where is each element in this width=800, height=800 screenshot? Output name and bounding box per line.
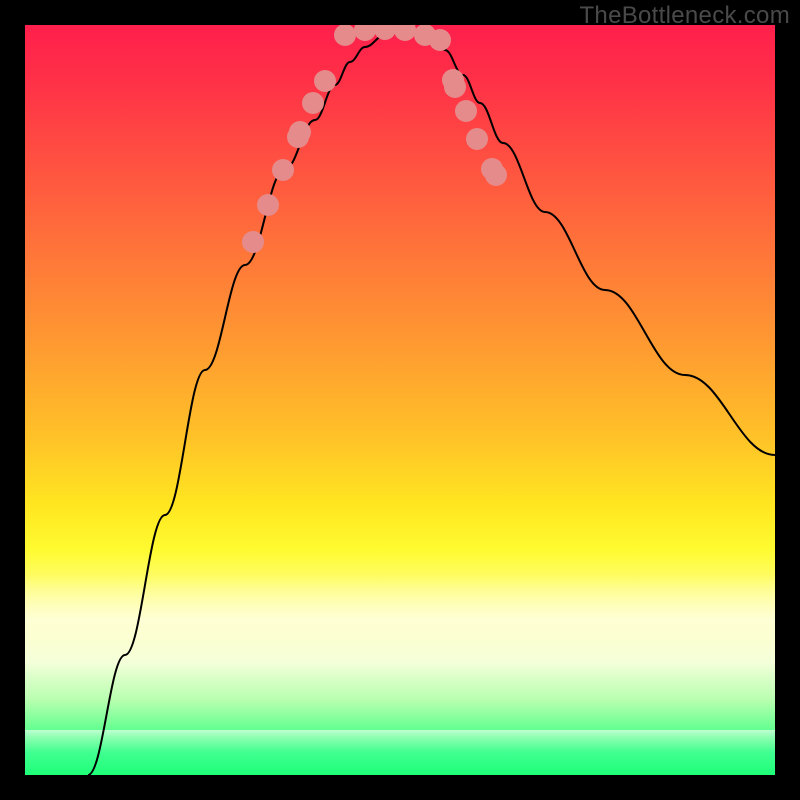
chart-svg xyxy=(25,25,775,775)
chart-frame: TheBottleneck.com xyxy=(0,0,800,800)
left-dots-group xyxy=(242,70,336,253)
data-dot xyxy=(302,92,324,114)
right-curve xyxy=(410,30,775,455)
data-dot xyxy=(485,164,507,186)
data-dot xyxy=(289,121,311,143)
data-dot xyxy=(354,25,376,41)
data-dot xyxy=(242,231,264,253)
bottom-dots-group xyxy=(334,25,451,51)
data-dot xyxy=(394,25,416,41)
data-dot xyxy=(429,29,451,51)
plot-area xyxy=(25,25,775,775)
left-curve xyxy=(88,30,410,775)
data-dot xyxy=(466,128,488,150)
data-dot xyxy=(272,159,294,181)
right-dots-group xyxy=(442,69,507,186)
data-dot xyxy=(257,194,279,216)
data-dot xyxy=(444,76,466,98)
data-dot xyxy=(314,70,336,92)
data-dot xyxy=(334,25,356,46)
data-dot xyxy=(455,100,477,122)
